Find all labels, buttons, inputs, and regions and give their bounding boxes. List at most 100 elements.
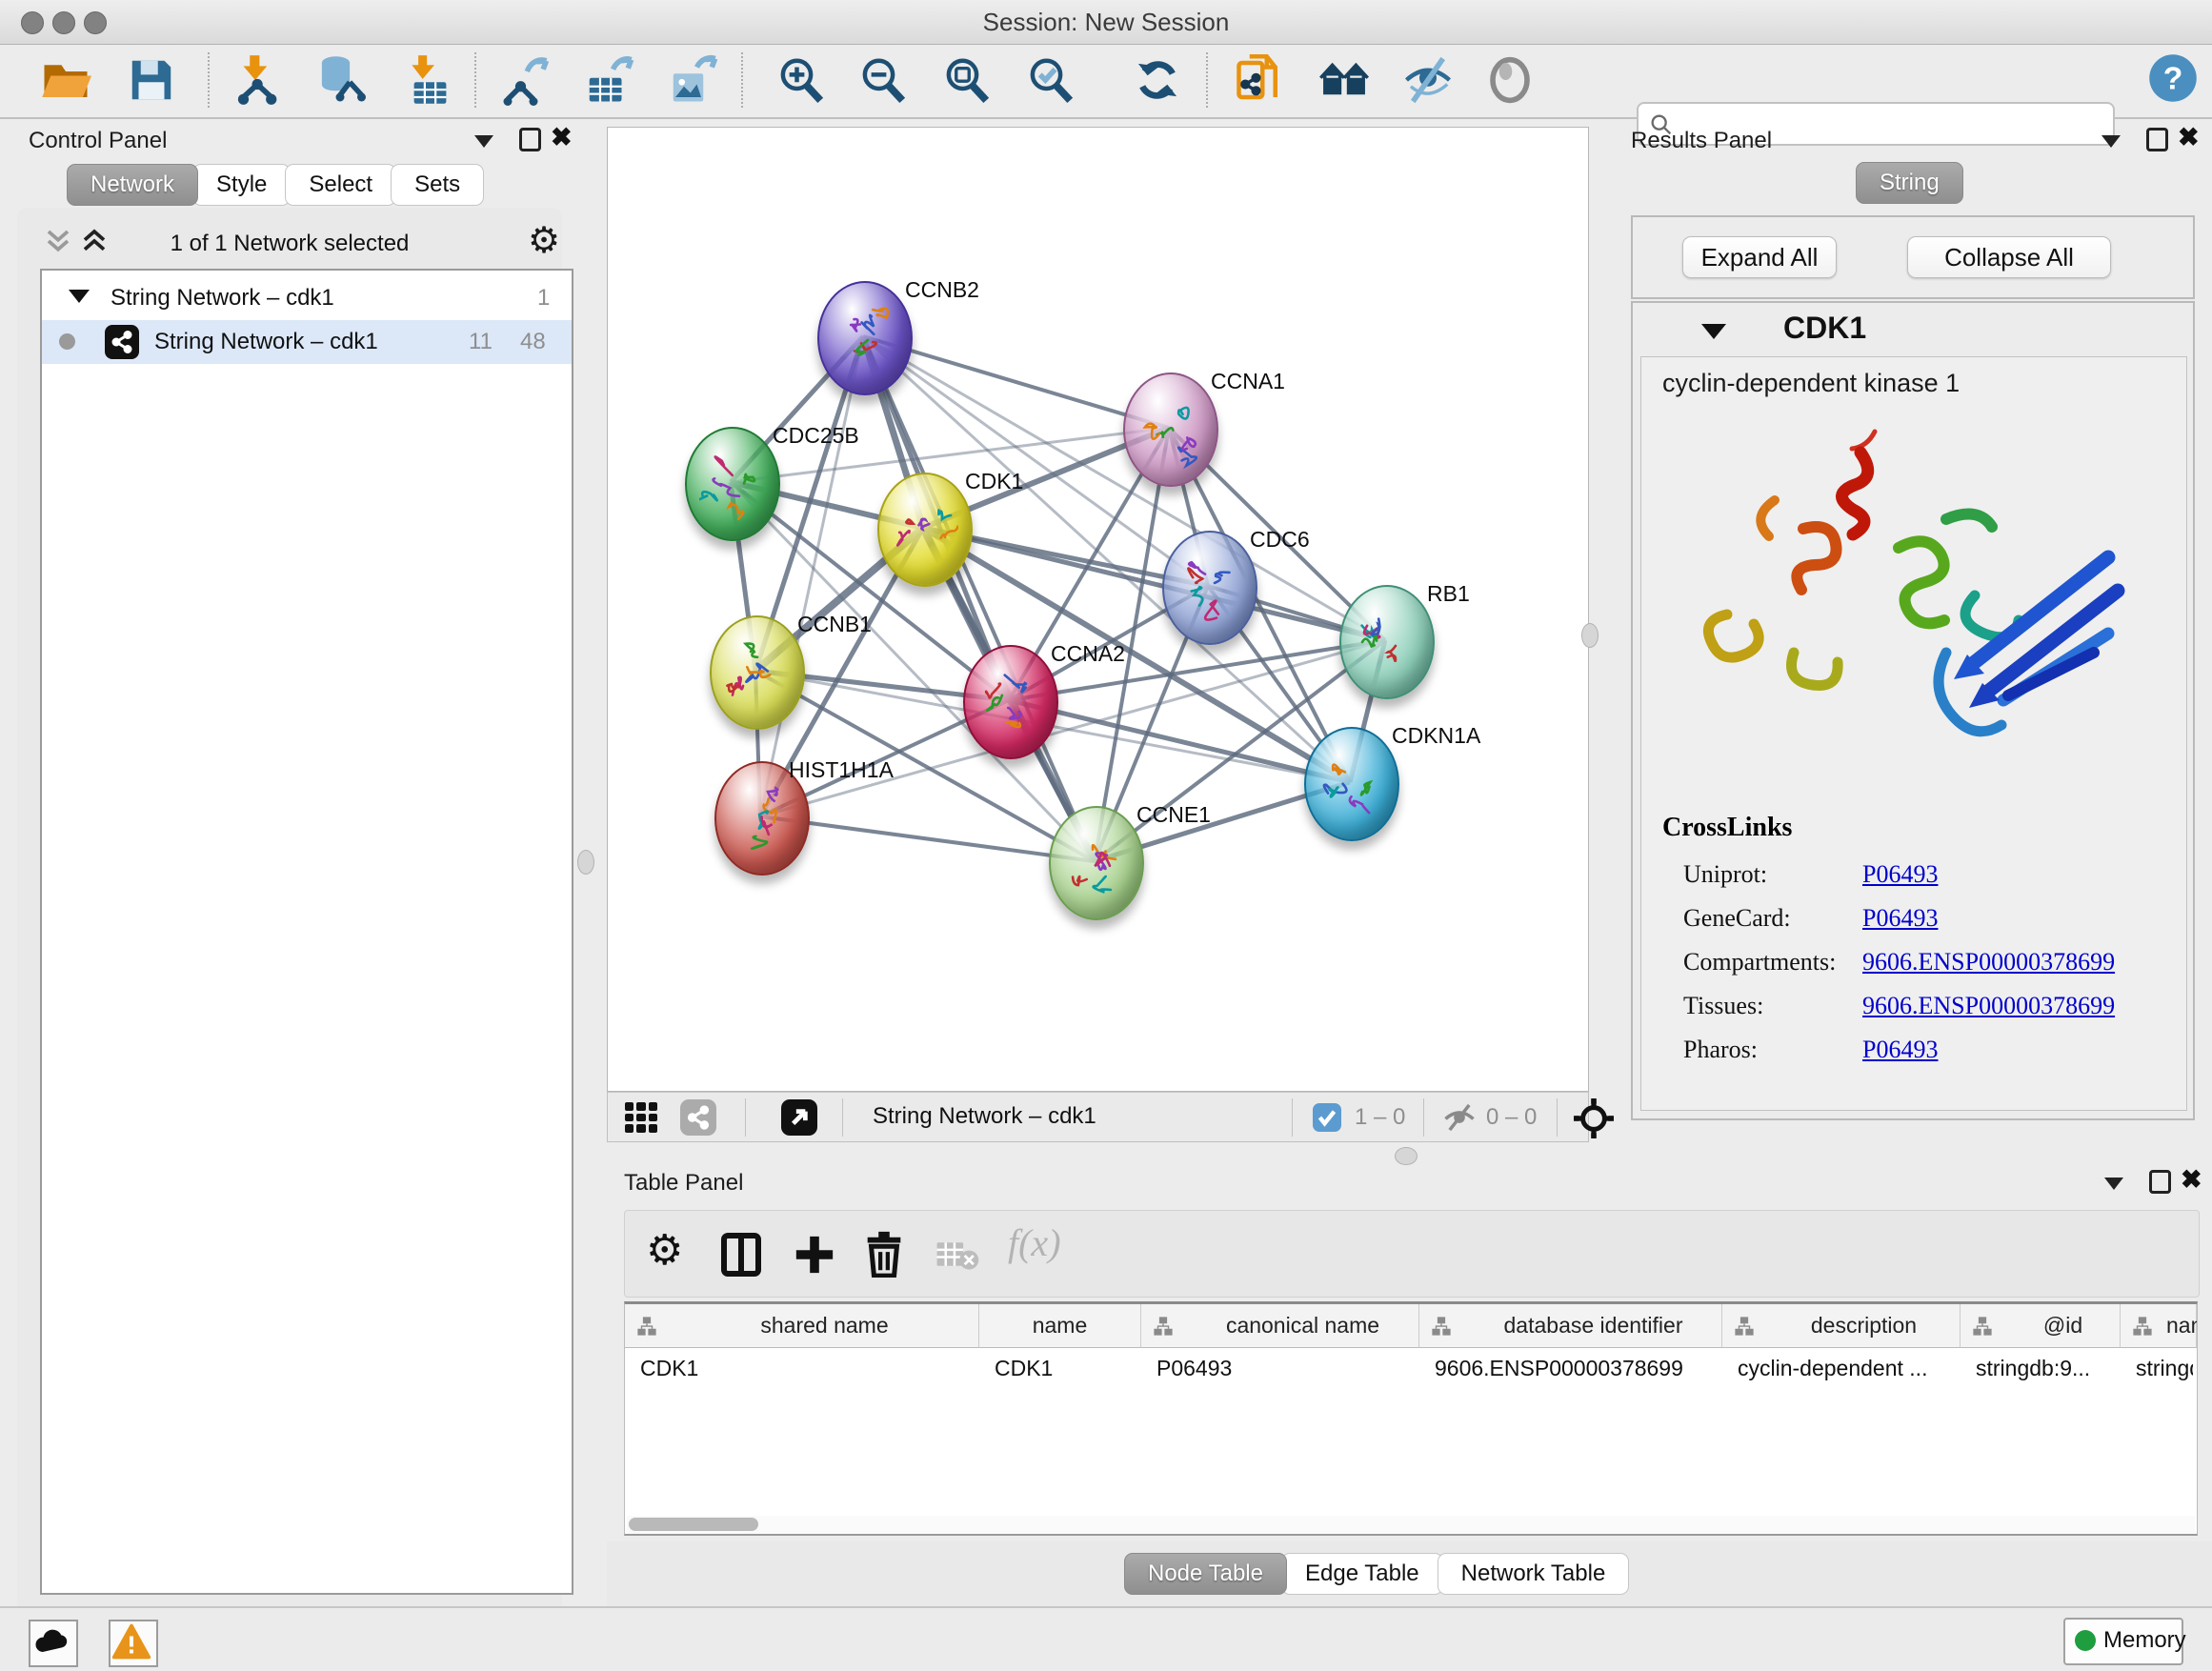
splitter-handle[interactable] [1581,623,1599,648]
hidden-eye-slash-icon[interactable] [1442,1102,1477,1133]
open-in-window-icon[interactable] [781,1099,817,1136]
memory-button[interactable]: Memory [2063,1618,2183,1665]
refresh-icon[interactable] [1132,54,1183,106]
control-panel-collapse-icon[interactable] [474,135,493,148]
export-table-icon[interactable] [583,54,634,106]
column-header-name[interactable]: name [979,1304,1141,1348]
show-columns-icon[interactable] [720,1232,762,1278]
tab-style[interactable]: Style [192,164,291,206]
tab-sets[interactable]: Sets [391,164,484,206]
table-cell[interactable]: CDK1 [640,1348,975,1396]
table-tabs-strip: Node TableEdge TableNetwork Table [607,1541,2212,1606]
grid-view-icon[interactable] [625,1102,657,1133]
fit-content-crosshair-icon[interactable] [1574,1098,1614,1138]
save-session-icon[interactable] [126,54,177,106]
zoom-in-icon[interactable] [775,54,827,106]
results-panel-float-icon[interactable] [2146,128,2168,151]
column-header-description[interactable]: description [1722,1304,1961,1348]
zoom-out-icon[interactable] [857,54,909,106]
import-network-icon[interactable] [231,54,282,106]
column-header-database-identifier[interactable]: database identifier [1419,1304,1722,1348]
crosslink-link[interactable]: 9606.ENSP00000378699 [1862,992,2115,1020]
create-column-plus-icon[interactable] [793,1232,836,1278]
crosslink-link[interactable]: P06493 [1862,1036,1938,1064]
table-cell[interactable]: stringdb:9... [1976,1348,2117,1396]
control-panel-close-icon[interactable]: ✖ [551,127,573,148]
home-icon[interactable] [1318,54,1370,106]
memory-status-dot [2075,1630,2096,1651]
scrollbar-thumb[interactable] [629,1518,758,1531]
entry-expander-icon[interactable] [1701,324,1726,339]
table-panel-collapse-icon[interactable] [2104,1178,2123,1190]
tab-string[interactable]: String [1856,162,1963,204]
help-icon[interactable]: ? [2147,52,2199,104]
results-panel-close-icon[interactable]: ✖ [2178,127,2200,148]
crosslink-link[interactable]: P06493 [1862,860,1938,889]
table-horizontal-scrollbar[interactable] [627,1516,2195,1533]
network-row-selected[interactable]: String Network – cdk1 11 48 [42,320,572,364]
node-CDKN1A[interactable] [1304,727,1399,841]
edge-CCNB2-CCNE1[interactable] [863,336,1095,861]
node-CDC25B[interactable] [685,427,780,541]
tab-edge-table[interactable]: Edge Table [1281,1553,1443,1595]
node-CCNB1[interactable] [710,615,805,730]
zoom-fit-icon[interactable] [941,54,993,106]
string-import-icon[interactable] [1235,54,1286,106]
network-collection-row[interactable]: String Network – cdk1 1 [42,276,572,320]
crosslink-link[interactable]: 9606.ENSP00000378699 [1862,948,2115,976]
preview-eye-icon[interactable] [1484,54,1536,106]
edge-CDK1-RB1[interactable] [923,528,1385,640]
edge-CCNE1-HIST1H1A[interactable] [760,816,1095,861]
column-header-namespac[interactable]: namespac [2121,1304,2197,1348]
current-network-indicator [59,333,75,350]
column-header-shared-name[interactable]: shared name [625,1304,979,1348]
delete-column-trash-icon[interactable] [863,1230,905,1278]
tab-node-table[interactable]: Node Table [1124,1553,1287,1595]
node-CCNA2[interactable] [963,645,1058,759]
selected-checkbox-icon[interactable] [1313,1103,1341,1132]
collapse-all-button[interactable]: Collapse All [1907,236,2111,278]
hide-panel-eye-icon[interactable] [1402,54,1454,106]
expand-all-button[interactable]: Expand All [1682,236,1837,278]
export-network-icon[interactable] [499,54,551,106]
selected-node-edge-counts: 1 – 0 [1355,1104,1405,1131]
tab-select[interactable]: Select [285,164,396,206]
network-canvas[interactable]: CCNB2CCNA1CDC25BCDK1CDC6RB1CCNB1CCNA2CDK… [607,127,1589,1092]
open-session-icon[interactable] [40,54,91,106]
table-panel-float-icon[interactable] [2149,1170,2171,1194]
cloud-button[interactable] [29,1620,78,1667]
tab-network-table[interactable]: Network Table [1438,1553,1630,1595]
tree-expander-icon[interactable] [69,290,90,303]
node-table[interactable]: shared namenamecanonical namedatabase id… [624,1301,2198,1536]
node-CCNA1[interactable] [1123,372,1218,487]
table-cell[interactable]: CDK1 [995,1348,1137,1396]
splitter-handle[interactable] [577,850,594,875]
node-RB1[interactable] [1339,585,1435,699]
share-network-icon[interactable] [680,1099,716,1136]
splitter-handle[interactable] [1395,1147,1418,1165]
zoom-selected-icon[interactable] [1025,54,1076,106]
tab-network[interactable]: Network [67,164,198,206]
results-panel-collapse-icon[interactable] [2101,135,2121,148]
table-options-gear-icon[interactable]: ⚙ [646,1226,683,1275]
network-options-gear-icon[interactable]: ⚙ [528,219,560,262]
table-cell[interactable]: P06493 [1156,1348,1416,1396]
column-header-canonical-name[interactable]: canonical name [1141,1304,1419,1348]
node-CDC6[interactable] [1162,531,1257,645]
table-panel-close-icon[interactable]: ✖ [2181,1169,2202,1190]
column-header-@id[interactable]: @id [1961,1304,2121,1348]
import-table-icon[interactable] [400,54,452,106]
node-CCNB2[interactable] [817,281,913,395]
node-CCNE1[interactable] [1049,806,1144,920]
warnings-button[interactable] [109,1620,158,1667]
crosslink-link[interactable]: P06493 [1862,904,1938,933]
crosslink-label: Pharos: [1683,1036,1758,1064]
table-cell[interactable]: stringdb [2136,1348,2193,1396]
edge-CCNB2-HIST1H1A[interactable] [760,336,863,816]
export-image-icon[interactable] [667,54,718,106]
table-cell[interactable]: 9606.ENSP00000378699 [1435,1348,1719,1396]
import-network-database-icon[interactable] [314,54,366,106]
table-cell[interactable]: cyclin-dependent ... [1738,1348,1957,1396]
node-CDK1[interactable] [877,473,973,587]
control-panel-float-icon[interactable] [519,128,541,151]
